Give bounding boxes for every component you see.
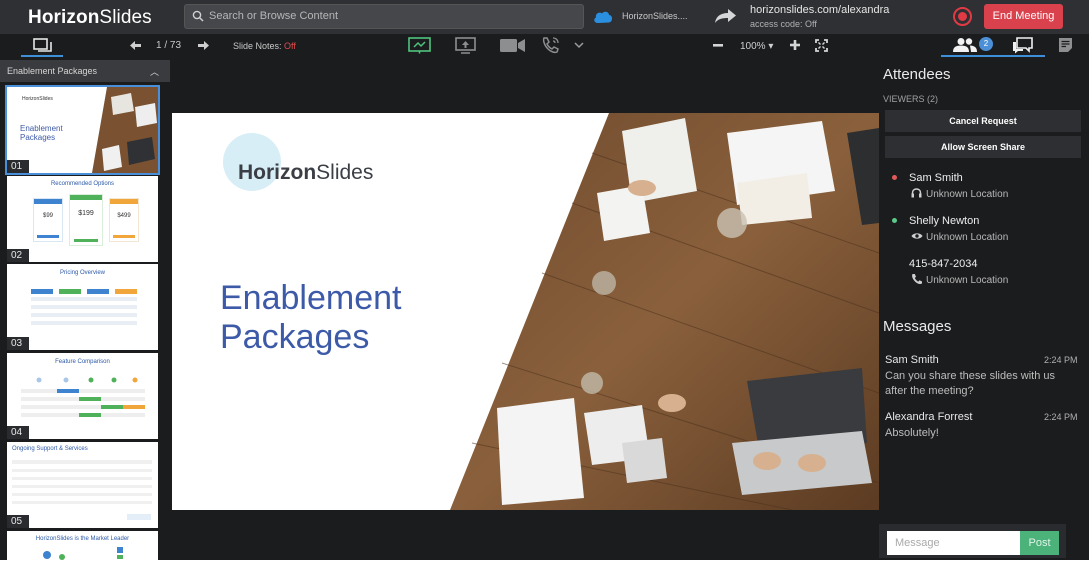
cancel-request-button[interactable]: Cancel Request — [885, 110, 1081, 132]
status-dot — [892, 175, 897, 180]
thumb-number: 01 — [7, 160, 29, 173]
thumb-photo — [92, 87, 158, 173]
share-arrow-icon[interactable] — [713, 8, 737, 24]
app-window: HorizonSlides Search or Browse Content H… — [0, 0, 1089, 568]
chevron-down-icon[interactable] — [574, 42, 584, 49]
eye-icon — [911, 233, 923, 239]
thumb-number: 05 — [7, 515, 29, 528]
message-sender: Sam Smith — [885, 354, 939, 366]
access-code: access code: Off — [750, 19, 817, 29]
deck-header[interactable]: Enablement Packages ︿ — [0, 60, 170, 82]
arrow-left-icon[interactable] — [129, 40, 142, 51]
top-bar: HorizonSlides Search or Browse Content H… — [0, 0, 1089, 34]
attendees-tab-underline — [941, 55, 1045, 57]
deck-name: Enablement Packages — [7, 66, 98, 76]
zoom-in-icon[interactable] — [790, 40, 800, 50]
app-logo[interactable]: HorizonSlides — [28, 7, 152, 29]
slide-title-line1: Enablement — [220, 279, 402, 317]
salesforce-label[interactable]: HorizonSlides.... — [622, 11, 688, 21]
slide-thumbnail-02[interactable]: Recommended Options $99 $199 $499 02 — [7, 176, 158, 262]
thumb-title: Recommended Options — [50, 181, 115, 187]
slide-thumbnail-04[interactable]: Feature Comparison 04 — [7, 353, 158, 439]
phone-icon — [912, 274, 922, 284]
attendee-name: 415-847-2034 — [909, 258, 978, 270]
headphones-icon — [911, 188, 922, 198]
thumbnails-icon[interactable] — [33, 38, 52, 53]
attendee-name: Shelly Newton — [909, 215, 980, 227]
price-card: $499 — [109, 198, 139, 242]
message-text: Absolutely! — [885, 427, 939, 439]
record-icon[interactable] — [953, 7, 972, 26]
attendee-count-badge: 2 — [979, 37, 993, 51]
slide-title-line2: Packages — [220, 318, 370, 356]
attendee-location: Unknown Location — [926, 232, 1009, 243]
attendees-icon[interactable] — [952, 37, 978, 53]
messages-title: Messages — [883, 318, 952, 335]
allow-screen-share-button[interactable]: Allow Screen Share — [885, 136, 1081, 158]
screen-share-icon[interactable] — [455, 37, 476, 54]
current-slide: HorizonSlides Enablement Packages — [172, 113, 879, 510]
notes-icon[interactable] — [1058, 37, 1073, 53]
thumbnails-tab-underline — [21, 55, 63, 57]
slide-thumbnail-05[interactable]: Ongoing Support & Services 05 — [7, 442, 158, 528]
price-card: $99 — [33, 198, 63, 242]
attendee-name: Sam Smith — [909, 172, 963, 184]
chevron-up-icon[interactable]: ︿ — [150, 65, 159, 78]
search-placeholder: Search or Browse Content — [209, 10, 339, 22]
zoom-level-select[interactable]: 100% ▾ — [740, 41, 773, 52]
search-icon — [192, 10, 204, 22]
page-indicator: 1 / 73 — [156, 40, 182, 51]
bottom-edge — [0, 560, 1089, 568]
message-sender: Alexandra Forrest — [885, 411, 973, 423]
fullscreen-icon[interactable] — [815, 39, 828, 52]
slide-thumbnail-03[interactable]: Pricing Overview 03 — [7, 264, 158, 350]
price-card: $199 — [69, 194, 103, 246]
message-time: 2:24 PM — [1044, 355, 1078, 365]
message-text: Can you share these slides with us after… — [885, 370, 1055, 397]
message-time: 2:24 PM — [1044, 412, 1078, 422]
slide-logo: HorizonSlides — [238, 161, 374, 184]
slide-notes-toggle[interactable]: Slide Notes: Off — [233, 41, 296, 51]
thumb-number: 04 — [7, 426, 29, 439]
viewers-count: VIEWERS (2) — [883, 94, 939, 104]
post-button[interactable]: Post — [1020, 531, 1059, 555]
slide-thumbnail-06[interactable]: HorizonSlides is the Market Leader — [7, 531, 158, 560]
thumb-number: 02 — [7, 249, 29, 262]
side-panel — [879, 58, 1089, 568]
phone-call-icon[interactable] — [541, 36, 561, 54]
slide-thumbnail-01[interactable]: HorizonSlides Enablement Packages 01 — [5, 85, 160, 175]
attendee-location: Unknown Location — [926, 275, 1009, 286]
thumb-feature-matrix — [21, 377, 145, 417]
zoom-out-icon[interactable] — [713, 44, 723, 47]
status-dot — [892, 218, 897, 223]
thumb-number: 03 — [7, 337, 29, 350]
end-meeting-button[interactable]: End Meeting — [984, 4, 1063, 29]
thumb-support-table — [12, 460, 152, 520]
thumb-chart — [43, 547, 123, 560]
message-input[interactable] — [887, 531, 1020, 555]
meeting-url: horizonslides.com/alexandra — [750, 4, 890, 16]
attendees-title: Attendees — [883, 66, 951, 83]
chat-icon[interactable] — [1012, 37, 1033, 54]
salesforce-cloud-icon[interactable] — [593, 10, 613, 24]
thumb-pricing-table — [31, 289, 137, 325]
search-input[interactable]: Search or Browse Content — [184, 4, 584, 29]
arrow-right-icon[interactable] — [197, 40, 210, 51]
video-camera-icon[interactable] — [499, 38, 526, 53]
presentation-mode-icon[interactable] — [408, 37, 431, 54]
attendee-location: Unknown Location — [926, 189, 1009, 200]
